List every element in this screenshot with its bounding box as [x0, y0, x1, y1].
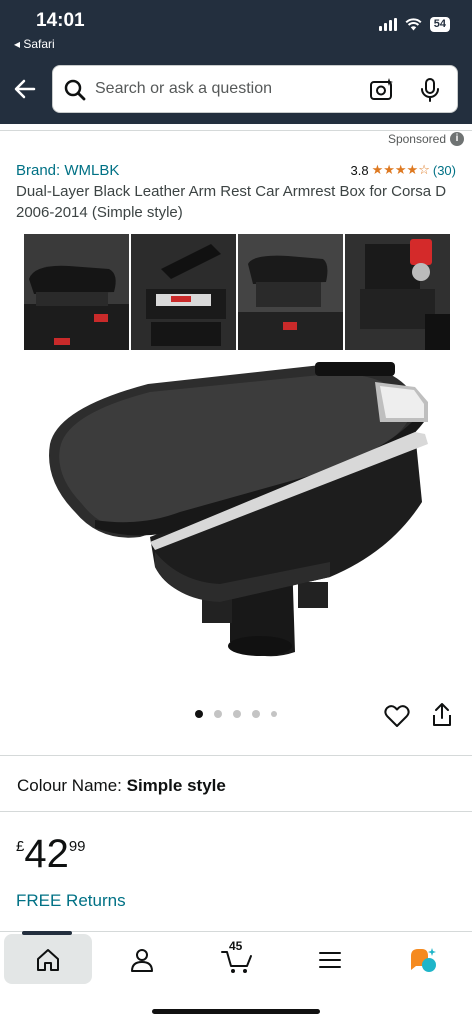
thumbnail-strip	[24, 234, 450, 350]
microphone-icon[interactable]	[419, 77, 441, 103]
section-divider	[0, 811, 472, 812]
price: £ 42 99	[16, 832, 86, 876]
carousel-dots	[195, 710, 277, 718]
rufus-icon[interactable]	[409, 946, 437, 974]
back-to-safari[interactable]: ◂ Safari	[14, 37, 55, 51]
sponsored-label[interactable]: Sponsored i	[388, 132, 464, 146]
rating-count[interactable]: (30)	[433, 163, 456, 178]
wifi-icon	[405, 18, 422, 31]
search-placeholder: Search or ask a question	[95, 80, 272, 97]
carousel-dot[interactable]	[252, 710, 260, 718]
home-icon[interactable]	[34, 946, 62, 974]
search-input[interactable]: Search or ask a question	[52, 65, 458, 113]
camera-search-icon[interactable]	[369, 77, 395, 103]
sponsored-text: Sponsored	[387, 132, 446, 146]
carousel-dot[interactable]	[271, 711, 277, 717]
header-divider	[0, 130, 472, 131]
nav-active-indicator	[22, 931, 72, 935]
home-indicator	[152, 1009, 320, 1014]
thumbnail-image[interactable]	[345, 234, 450, 350]
thumbnail-image[interactable]	[238, 234, 343, 350]
share-icon[interactable]	[430, 702, 454, 728]
colour-name[interactable]: Colour Name: Simple style	[17, 776, 226, 796]
rating-value: 3.8	[350, 162, 369, 178]
price-whole: 42	[24, 832, 69, 876]
top-bar: 14:01 ◂ Safari 54 Search or ask a questi…	[0, 0, 472, 124]
menu-icon[interactable]	[316, 946, 344, 974]
search-icon	[64, 79, 86, 101]
info-icon[interactable]: i	[450, 132, 464, 146]
carousel-dot[interactable]	[214, 710, 222, 718]
price-currency: £	[16, 838, 25, 855]
product-main-image[interactable]	[30, 352, 442, 672]
signal-icon	[378, 18, 397, 31]
price-fraction: 99	[68, 838, 86, 855]
status-icons: 54	[378, 17, 450, 32]
thumbnail-image[interactable]	[131, 234, 236, 350]
rating[interactable]: 3.8 ★★★★☆ (30)	[351, 162, 456, 178]
free-returns-link[interactable]: FREE Returns	[16, 891, 126, 911]
product-title[interactable]: Dual-Layer Black Leather Arm Rest Car Ar…	[16, 181, 456, 223]
carousel-dot[interactable]	[195, 710, 203, 718]
battery-icon: 54	[429, 17, 450, 32]
heart-icon[interactable]	[384, 704, 410, 728]
brand-link[interactable]: Brand: WMLBK	[16, 162, 119, 179]
section-divider	[0, 755, 472, 756]
back-arrow-icon[interactable]	[12, 76, 38, 102]
colour-label: Colour Name:	[17, 776, 122, 795]
cart-count: 45	[229, 939, 243, 953]
carousel-dot[interactable]	[233, 710, 241, 718]
star-rating-icon: ★★★★☆	[371, 162, 430, 177]
colour-value: Simple style	[126, 776, 226, 795]
thumbnail-image[interactable]	[24, 234, 129, 350]
status-time: 14:01	[36, 10, 85, 31]
account-icon[interactable]	[128, 946, 156, 974]
